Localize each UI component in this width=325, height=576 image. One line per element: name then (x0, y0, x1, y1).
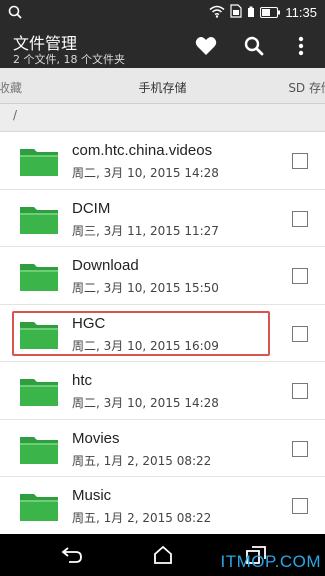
path-bar: / (0, 104, 325, 132)
file-date: 周二, 3月 10, 2015 14:28 (72, 396, 219, 410)
clock: 11:35 (285, 5, 317, 20)
list-item[interactable]: htc 周二, 3月 10, 2015 14:28 (0, 362, 325, 420)
data-icon (247, 3, 255, 22)
list-item[interactable]: com.htc.china.videos 周二, 3月 10, 2015 14:… (0, 132, 325, 190)
file-date: 周二, 3月 10, 2015 15:50 (72, 281, 219, 295)
wifi-icon (209, 3, 225, 22)
current-path: / (13, 108, 18, 122)
file-name: com.htc.china.videos (72, 142, 213, 159)
folder-icon (20, 376, 58, 406)
list-item[interactable]: Download 周二, 3月 10, 2015 15:50 (0, 247, 325, 305)
folder-icon (20, 261, 58, 291)
file-name: HGC (72, 314, 106, 332)
list-item[interactable]: Music 周五, 1月 2, 2015 08:22 (0, 477, 325, 534)
status-bar: 11:35 (0, 0, 325, 24)
folder-icon (20, 319, 58, 349)
watermark: ITMOP.COM (220, 552, 321, 571)
select-checkbox[interactable] (292, 210, 308, 227)
list-item[interactable]: HGC 周二, 3月 10, 2015 16:09 (0, 305, 325, 362)
select-checkbox[interactable] (292, 383, 308, 399)
file-list: com.htc.china.videos 周二, 3月 10, 2015 14:… (0, 132, 325, 534)
file-date: 周五, 1月 2, 2015 08:22 (72, 453, 212, 468)
overflow-menu-icon[interactable] (289, 34, 313, 58)
home-icon[interactable] (151, 544, 175, 566)
folder-icon (20, 204, 58, 234)
select-checkbox[interactable] (292, 268, 308, 284)
folder-icon (20, 434, 58, 464)
file-date: 周二, 3月 10, 2015 16:09 (72, 338, 219, 353)
storage-tabs: 收藏 手机存储 SD 存储 (0, 68, 325, 104)
folder-icon (20, 146, 58, 176)
search-icon[interactable] (242, 34, 266, 58)
select-checkbox[interactable] (292, 498, 308, 514)
list-item[interactable]: DCIM 周三, 3月 11, 2015 11:27 (0, 190, 325, 247)
sim-icon (230, 3, 243, 22)
file-date: 周三, 3月 11, 2015 11:27 (72, 223, 219, 238)
action-bar: 文件管理 2 个文件, 18 个文件夹 (0, 24, 325, 68)
select-checkbox[interactable] (292, 325, 308, 342)
file-name: Movies (72, 429, 120, 447)
select-checkbox[interactable] (292, 153, 308, 169)
favorite-heart-icon[interactable] (194, 34, 218, 58)
tab-sd-storage[interactable]: SD 存储 (288, 79, 325, 96)
file-date: 周二, 3月 10, 2015 14:28 (72, 166, 219, 180)
search-icon (8, 4, 22, 23)
tab-phone-storage[interactable]: 手机存储 (0, 79, 325, 96)
file-date: 周五, 1月 2, 2015 08:22 (72, 511, 212, 525)
folder-icon (20, 491, 58, 521)
item-count-subtitle: 2 个文件, 18 个文件夹 (13, 53, 125, 66)
select-checkbox[interactable] (292, 440, 308, 457)
list-item[interactable]: Movies 周五, 1月 2, 2015 08:22 (0, 420, 325, 477)
file-name: Download (72, 257, 139, 274)
back-icon[interactable] (60, 544, 84, 566)
file-name: Music (72, 487, 112, 504)
battery-icon (260, 3, 281, 22)
file-name: DCIM (72, 199, 111, 217)
file-name: htc (72, 372, 93, 389)
